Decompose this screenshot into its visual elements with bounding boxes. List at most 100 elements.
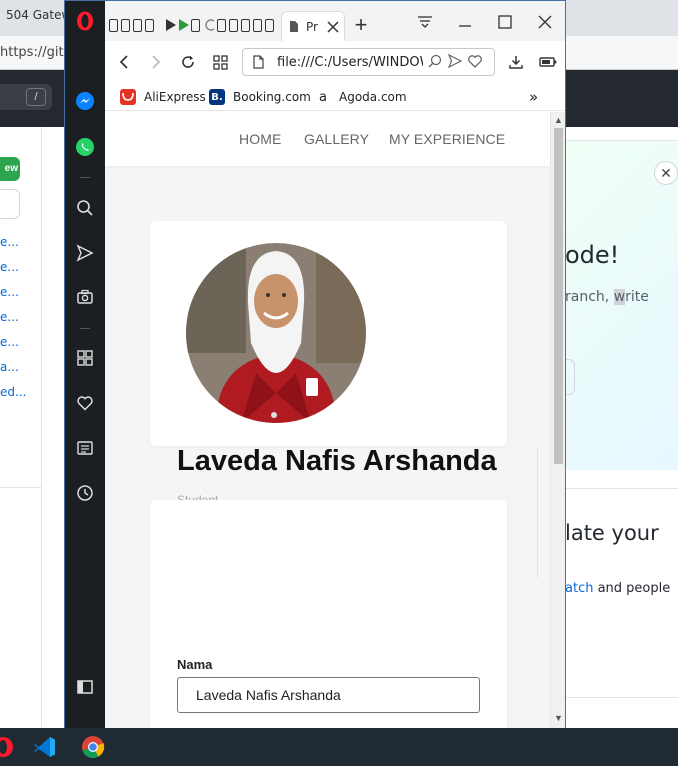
messenger-icon[interactable] <box>73 89 97 113</box>
active-tab-title: Pr <box>306 20 318 34</box>
vscode-taskbar-icon[interactable] <box>32 734 58 760</box>
heart-icon[interactable] <box>73 391 97 415</box>
tab-document-icon[interactable] <box>229 19 238 32</box>
maximize-icon[interactable] <box>493 11 517 33</box>
close-icon[interactable]: ✕ <box>654 161 678 185</box>
name-label: Nama <box>177 657 213 672</box>
explore-title: late your <box>565 521 659 545</box>
tab-document-icon[interactable] <box>121 19 130 32</box>
explore-subtitle-text: and people <box>593 581 671 596</box>
background-tab-title[interactable]: 504 Gatew <box>6 8 71 22</box>
new-repo-button[interactable]: ew <box>0 157 20 181</box>
repo-link[interactable]: ed... <box>0 385 26 399</box>
divider <box>537 448 538 578</box>
reload-icon[interactable] <box>177 51 199 73</box>
tab-loading-icon[interactable] <box>204 18 216 37</box>
repo-link[interactable]: a... <box>0 360 19 374</box>
divider <box>80 177 90 178</box>
minimize-icon[interactable] <box>453 11 477 33</box>
tab-document-icon[interactable] <box>191 19 200 32</box>
scroll-up-icon[interactable]: ▲ <box>553 115 564 126</box>
repo-link[interactable]: e... <box>0 285 19 299</box>
page-icon <box>289 20 299 38</box>
news-icon[interactable] <box>73 436 97 460</box>
search-icon[interactable] <box>73 196 97 220</box>
tab-document-icon[interactable] <box>253 19 262 32</box>
explore-subtitle: atch and people <box>565 581 670 596</box>
send-icon[interactable] <box>73 241 97 265</box>
new-tab-button[interactable]: + <box>349 13 373 37</box>
site-navbar: HOME GALLERY MY EXPERIENCE <box>105 112 550 166</box>
nav-my-experience[interactable]: MY EXPERIENCE <box>389 131 505 147</box>
tab-document-icon[interactable] <box>145 19 154 32</box>
bookmark-label: Agoda.com <box>339 90 407 104</box>
taskbar <box>0 728 678 766</box>
tab-document-icon[interactable] <box>265 19 274 32</box>
tab-play-icon[interactable] <box>165 18 177 37</box>
explore-panel: late your atch and people <box>565 488 678 698</box>
battery-icon[interactable] <box>537 51 559 73</box>
promo-subtitle-text: ranch, <box>565 289 614 305</box>
repo-link[interactable]: e... <box>0 235 19 249</box>
search-icon[interactable] <box>427 53 443 71</box>
page-scrollbar[interactable]: ▲ ▼ <box>550 112 565 728</box>
name-field[interactable] <box>177 677 480 713</box>
sidebar-toggle-icon[interactable] <box>73 675 97 699</box>
close-tab-icon[interactable] <box>327 20 339 38</box>
search-shortcut-badge: / <box>26 88 46 106</box>
url-text[interactable]: file:///C:/Users/WINDOW <box>277 55 423 70</box>
history-icon[interactable] <box>73 481 97 505</box>
bookmark-booking[interactable]: B. Booking.com <box>209 87 311 107</box>
bookmark-label: AliExpress <box>144 90 206 104</box>
tab-play-icon[interactable] <box>178 18 190 37</box>
opera-menu-icon[interactable] <box>73 9 97 33</box>
profile-card <box>150 221 507 446</box>
profile-name: Laveda Nafis Arshanda <box>177 445 497 477</box>
tab-document-icon[interactable] <box>133 19 142 32</box>
watch-link[interactable]: atch <box>565 581 593 596</box>
opera-browser-window: Pr + file:///C:/Users/WINDOW AliExpress … <box>64 0 566 728</box>
tab-document-icon[interactable] <box>109 19 118 32</box>
bookmark-agoda[interactable]: a Agoda.com <box>315 87 407 107</box>
promo-title: ode! <box>565 241 620 269</box>
close-window-icon[interactable] <box>533 11 557 33</box>
repo-link[interactable]: e... <box>0 310 19 324</box>
bookmark-aliexpress[interactable]: AliExpress <box>120 87 206 107</box>
repo-link[interactable]: e... <box>0 260 19 274</box>
camera-icon[interactable] <box>73 285 97 309</box>
scroll-down-icon[interactable]: ▼ <box>553 713 564 724</box>
tab-document-icon[interactable] <box>241 19 250 32</box>
active-tab[interactable]: Pr <box>281 11 345 41</box>
heart-icon[interactable] <box>467 53 483 71</box>
tab-menu-icon[interactable] <box>413 11 437 33</box>
bookmarks-bar: AliExpress B. Booking.com a Agoda.com » <box>105 83 565 111</box>
opera-taskbar-icon[interactable] <box>0 734 16 760</box>
booking-icon: B. <box>209 89 225 105</box>
send-icon[interactable] <box>447 53 463 71</box>
page-viewport: HOME GALLERY MY EXPERIENCE Laveda Nafis … <box>105 112 550 728</box>
opera-sidebar <box>65 1 105 728</box>
speed-dial-icon[interactable] <box>73 346 97 370</box>
tab-bar: Pr + <box>105 1 565 41</box>
scroll-thumb[interactable] <box>554 128 563 464</box>
nav-home[interactable]: HOME <box>239 131 281 147</box>
nav-gallery[interactable]: GALLERY <box>304 131 369 147</box>
address-actions <box>427 53 491 71</box>
back-icon[interactable] <box>113 51 135 73</box>
download-icon[interactable] <box>505 51 527 73</box>
address-bar-row: file:///C:/Users/WINDOW <box>105 41 565 83</box>
promo-subtitle: ranch, write <box>565 289 649 305</box>
chrome-taskbar-icon[interactable] <box>80 734 106 760</box>
divider <box>80 328 90 329</box>
bookmark-label: Booking.com <box>233 90 311 104</box>
more-bookmarks-icon[interactable]: » <box>529 87 538 107</box>
repo-filter-input[interactable] <box>0 189 20 219</box>
promo-subtitle-text: rite <box>625 289 649 305</box>
promo-button[interactable] <box>565 359 575 395</box>
forward-icon[interactable] <box>145 51 167 73</box>
address-field[interactable]: file:///C:/Users/WINDOW <box>242 48 495 76</box>
repo-link[interactable]: e... <box>0 335 19 349</box>
tab-document-icon[interactable] <box>217 19 226 32</box>
whatsapp-icon[interactable] <box>73 135 97 159</box>
speed-dial-icon[interactable] <box>209 51 231 73</box>
